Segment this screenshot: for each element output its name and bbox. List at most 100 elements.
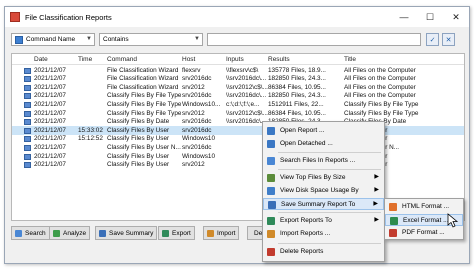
table-row[interactable]: 2021/12/07 15:12:52 Classify Files By User…	[12, 135, 464, 144]
cell-command: Classify Files By File Type	[107, 100, 181, 108]
save-summary-button[interactable]: Save Summary	[95, 226, 158, 240]
menu-item-open-detached[interactable]: Open Detached ...	[263, 138, 384, 150]
export-button[interactable]: Export	[158, 226, 195, 240]
field-select[interactable]: Command Name ▼	[11, 33, 95, 46]
grid-header: Date Time Command Host Inputs Results Ti…	[12, 54, 464, 65]
table-row[interactable]: 2021/12/07 Classify Files By File Type Win…	[12, 100, 464, 109]
reports-grid[interactable]: Date Time Command Host Inputs Results Ti…	[11, 53, 465, 221]
table-row[interactable]: 2021/12/07 File Classification Wizard srv2…	[12, 83, 464, 92]
report-icon	[24, 144, 31, 151]
cell-results: 135778 Files, 18.9...	[268, 66, 326, 74]
cell-date: 2021/12/07	[34, 83, 66, 91]
menu-item-label: View Disk Space Usage By	[280, 187, 359, 194]
cell-results: 182850 Files, 24.3...	[268, 92, 326, 100]
column-icon	[15, 35, 23, 44]
cell-command: Classify Files By User	[107, 152, 170, 160]
clear-icon: ✕	[445, 36, 452, 44]
column-header-command[interactable]: Command	[107, 56, 181, 63]
operator-select[interactable]: Contains ▼	[99, 33, 203, 46]
context-menu: Open Report ... Open Detached ... Search F…	[262, 121, 385, 262]
table-row[interactable]: 2021/12/07 Classify Files By Date srv2016d…	[12, 118, 464, 127]
table-row[interactable]: 2021/12/07Classify Files By Usersrv2012.…	[12, 161, 464, 170]
analyze-button[interactable]: Analyze	[49, 226, 91, 240]
menu-item-view-top-files-by-size[interactable]: View Top Files By Size ▶	[263, 172, 384, 184]
submenu-arrow-icon: ▶	[374, 174, 379, 180]
table-row[interactable]: 2021/12/07 File Classification Wizard srv2…	[12, 75, 464, 84]
cell-results: 1512911 Files, 22...	[268, 100, 324, 108]
save-icon	[99, 229, 106, 237]
submenu-item-label: Excel Format ...	[403, 217, 449, 224]
table-row[interactable]: 2021/12/07 Classify Files By User N... srv…	[12, 143, 464, 152]
menu-item-label: Search Files In Reports ...	[280, 157, 356, 164]
menu-item-save-summary-report-to[interactable]: Save Summary Report To ▶	[263, 198, 384, 210]
maximize-button[interactable]: ☐	[417, 7, 443, 27]
column-header-results[interactable]: Results	[268, 56, 344, 63]
column-header-title[interactable]: Title	[344, 56, 464, 63]
import-button[interactable]: Import	[203, 226, 240, 240]
save-summary-button-label: Save Summary	[109, 229, 154, 237]
cell-command: Classify Files By User	[107, 135, 170, 143]
search-button[interactable]: Search	[11, 226, 50, 240]
menu-item-icon	[267, 187, 275, 195]
cell-host: srv2012	[182, 109, 205, 117]
title-bar[interactable]: File Classification Reports — ☐ ✕	[5, 7, 469, 27]
filter-value-input[interactable]	[207, 33, 421, 46]
menu-item-view-disk-space-usage-by[interactable]: View Disk Space Usage By ▶	[263, 185, 384, 197]
cell-command: Classify Files By User	[107, 161, 170, 169]
table-row[interactable]: 2021/12/07 Classify Files By User Windows1…	[12, 152, 464, 161]
cell-title: All Files on the Computer	[344, 92, 416, 100]
column-header-date[interactable]: Date	[34, 56, 78, 63]
submenu-arrow-icon: ▶	[373, 201, 378, 207]
column-header-time[interactable]: Time	[78, 56, 110, 63]
close-button[interactable]: ✕	[443, 7, 469, 27]
submenu-item-html-format[interactable]: HTML Format ...	[385, 201, 463, 213]
cell-date: 2021/12/07	[34, 126, 66, 134]
pdf-icon	[389, 229, 397, 237]
cell-date: 2021/12/07	[34, 152, 66, 160]
import-button-label: Import	[217, 229, 236, 237]
menu-item-icon	[267, 230, 275, 238]
menu-item-open-report[interactable]: Open Report ...	[263, 125, 384, 137]
menu-item-import-reports[interactable]: Import Reports ...	[263, 228, 384, 240]
excel-icon	[390, 217, 398, 225]
cell-host: srv2016dc	[182, 118, 212, 126]
search-button-label: Search	[25, 229, 46, 237]
cell-inputs: c:\;d:\;f:\;e...	[226, 100, 260, 108]
table-row[interactable]: 2021/12/07 Classify Files By File Type srv…	[12, 92, 464, 101]
apply-filter-button[interactable]: ✓	[426, 33, 439, 46]
menu-item-icon	[267, 217, 275, 225]
menu-separator	[278, 212, 381, 213]
cell-host: srv2016dc	[182, 126, 212, 134]
menu-item-icon	[268, 201, 276, 209]
report-icon	[24, 101, 31, 108]
menu-item-icon	[267, 174, 275, 182]
report-icon	[24, 127, 31, 134]
chevron-down-icon: ▼	[86, 36, 92, 42]
cell-command: Classify Files By File Type	[107, 109, 181, 117]
operator-select-value: Contains	[103, 36, 129, 43]
report-icon	[24, 153, 31, 160]
table-row[interactable]: 2021/12/07 File Classification Wizard flex…	[12, 66, 464, 75]
cell-results: 86384 Files, 10.95...	[268, 83, 326, 91]
cell-title: All Files on the Computer	[344, 75, 416, 83]
report-icon	[24, 119, 31, 126]
menu-item-label: View Top Files By Size	[280, 174, 346, 181]
cell-command: Classify Files By User	[107, 126, 170, 134]
report-icon	[24, 162, 31, 169]
menu-item-search-files-in-reports[interactable]: Search Files In Reports ...	[263, 155, 384, 167]
clear-filter-button[interactable]: ✕	[442, 33, 455, 46]
cell-host: srv2012	[182, 83, 205, 91]
column-header-inputs[interactable]: Inputs	[226, 56, 270, 63]
minimize-button[interactable]: —	[391, 7, 417, 27]
cell-date: 2021/12/07	[34, 92, 66, 100]
menu-item-export-reports-to[interactable]: Export Reports To ▶	[263, 215, 384, 227]
table-row[interactable]: 2021/12/07 15:33:02 Classify Files By User…	[12, 126, 464, 135]
submenu-arrow-icon: ▶	[374, 217, 379, 223]
cell-command: File Classification Wizard	[107, 66, 179, 74]
cell-title: All Files on the Computer	[344, 66, 416, 74]
column-header-host[interactable]: Host	[182, 56, 226, 63]
table-row[interactable]: 2021/12/07 Classify Files By File Type srv…	[12, 109, 464, 118]
menu-item-delete-reports[interactable]: Delete Reports	[263, 246, 384, 258]
menu-item-icon	[267, 248, 275, 256]
menu-item-label: Open Report ...	[280, 127, 325, 134]
